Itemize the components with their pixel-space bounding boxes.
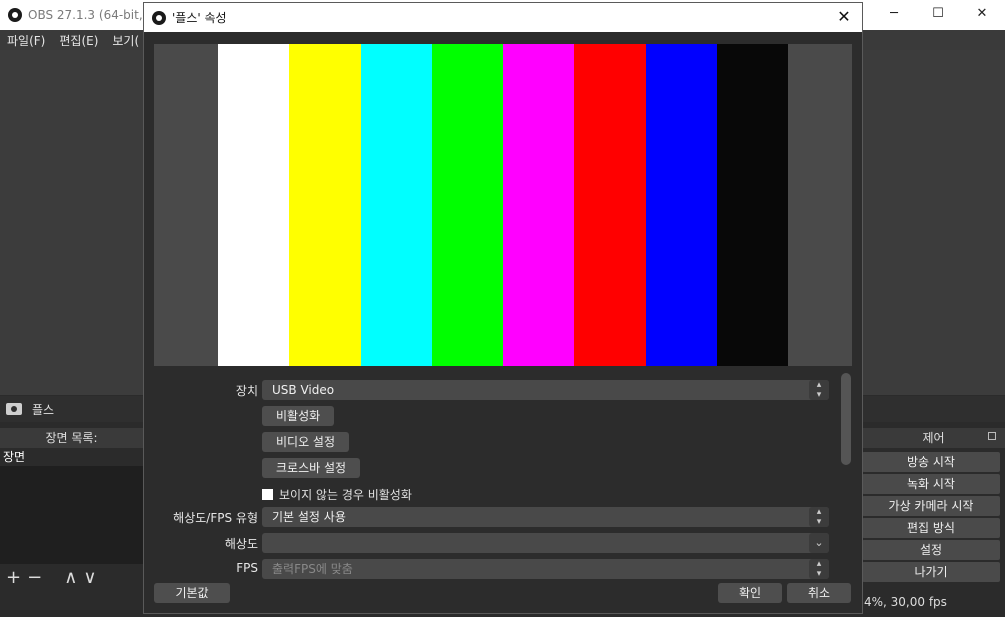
camera-icon: [6, 403, 22, 415]
hide-deactivate-label: 보이지 않는 경우 비활성화: [279, 488, 412, 502]
menu-edit[interactable]: 편집(E): [52, 30, 105, 50]
scenes-list: [0, 466, 143, 564]
menu-file[interactable]: 파일(F): [0, 30, 52, 50]
status-fps: 4%, 30,00 fps: [864, 595, 947, 609]
dialog-titlebar: '플스' 속성 ✕: [144, 3, 862, 32]
fps-select[interactable]: 출력FPS에 맞춤 ▴ ▾: [262, 559, 829, 579]
hide-deactivate-checkbox[interactable]: 보이지 않는 경우 비활성화: [262, 486, 412, 503]
add-scene-icon[interactable]: +: [6, 567, 21, 588]
dialog-title: '플스' 속성: [172, 11, 227, 25]
obs-logo-icon: [152, 10, 166, 25]
video-settings-row: 비디오 설정: [144, 431, 844, 453]
scene-tools: + − ∧ ∨: [0, 564, 143, 590]
dialog-title-area: '플스' 속성: [152, 3, 227, 32]
defaults-button[interactable]: 기본값: [154, 583, 230, 603]
color-bar-4: [503, 44, 575, 366]
device-select[interactable]: USB Video ▴ ▾: [262, 380, 829, 400]
obs-logo-icon: [8, 8, 22, 22]
select-arrows-icon: ▴ ▾: [809, 380, 829, 400]
resolution-label: 해상도: [224, 537, 258, 551]
resolution-select[interactable]: ⌄: [262, 533, 829, 553]
dialog-close-icon[interactable]: ✕: [826, 3, 862, 32]
color-bar-7: [716, 44, 788, 366]
hide-deactivate-row: 보이지 않는 경우 비활성화: [144, 482, 844, 504]
res-fps-type-label: 해상도/FPS 유형: [173, 511, 258, 525]
device-row: 장치 USB Video ▴ ▾: [144, 379, 844, 401]
minimize-icon[interactable]: ─: [871, 0, 917, 30]
properties-list: 장치 USB Video ▴ ▾ 비활성화 비디오 설정 크로스바 설정 보이지 …: [144, 375, 844, 580]
device-label: 장치: [235, 384, 258, 398]
fps-label: FPS: [236, 561, 258, 575]
checkbox-box[interactable]: [262, 489, 273, 500]
start-virtual-camera-button[interactable]: 가상 카메라 시작: [862, 496, 1000, 516]
close-icon[interactable]: ✕: [959, 0, 1005, 30]
float-dock-icon[interactable]: [988, 432, 996, 440]
controls-header: 제어: [862, 428, 1005, 448]
video-settings-button[interactable]: 비디오 설정: [262, 432, 350, 452]
properties-dialog: '플스' 속성 ✕ 장치 USB Video ▴ ▾ 비활성화 비디오 설정 크로…: [143, 2, 863, 614]
source-preview: [154, 44, 852, 366]
fps-value: 출력FPS에 맞춤: [272, 562, 353, 576]
color-bar-0: [218, 44, 290, 366]
studio-mode-button[interactable]: 편집 방식: [862, 518, 1000, 538]
exit-button[interactable]: 나가기: [862, 562, 1000, 582]
res-fps-type-select[interactable]: 기본 설정 사용 ▴ ▾: [262, 507, 829, 527]
res-fps-type-value: 기본 설정 사용: [272, 510, 346, 524]
maximize-icon[interactable]: ☐: [915, 0, 961, 30]
move-up-icon[interactable]: ∧: [64, 567, 77, 588]
menu-view[interactable]: 보기(: [105, 30, 146, 50]
resolution-row: 해상도 ⌄: [144, 532, 844, 554]
main-title-area: OBS 27.1.3 (64-bit, w: [8, 0, 156, 30]
scene-item[interactable]: 장면: [0, 448, 143, 466]
select-arrows-icon: ▴ ▾: [809, 559, 829, 579]
color-bar-2: [360, 44, 432, 366]
color-bar-5: [574, 44, 646, 366]
crossbar-row: 크로스바 설정: [144, 457, 844, 479]
deactivate-row: 비활성화: [144, 405, 844, 427]
res-fps-type-row: 해상도/FPS 유형 기본 설정 사용 ▴ ▾: [144, 506, 844, 528]
move-down-icon[interactable]: ∨: [83, 567, 96, 588]
deactivate-button[interactable]: 비활성화: [262, 406, 335, 426]
remove-scene-icon[interactable]: −: [27, 567, 42, 588]
scenes-header: 장면 목록:: [0, 428, 143, 448]
properties-scrollbar[interactable]: [841, 373, 851, 465]
fps-row: FPS 출력FPS에 맞춤 ▴ ▾: [144, 558, 844, 580]
color-bars: [218, 44, 788, 366]
start-recording-button[interactable]: 녹화 시작: [862, 474, 1000, 494]
crossbar-settings-button[interactable]: 크로스바 설정: [262, 458, 361, 478]
source-name: 플스: [32, 402, 55, 417]
cancel-button[interactable]: 취소: [787, 583, 851, 603]
settings-button[interactable]: 설정: [862, 540, 1000, 560]
chevron-down-icon: ⌄: [809, 533, 829, 553]
select-arrows-icon: ▴ ▾: [809, 507, 829, 527]
device-value: USB Video: [272, 383, 335, 397]
color-bar-3: [431, 44, 503, 366]
ok-button[interactable]: 확인: [718, 583, 782, 603]
start-streaming-button[interactable]: 방송 시작: [862, 452, 1000, 472]
color-bar-6: [645, 44, 717, 366]
color-bar-1: [289, 44, 361, 366]
main-window-title: OBS 27.1.3 (64-bit, w: [28, 8, 157, 22]
